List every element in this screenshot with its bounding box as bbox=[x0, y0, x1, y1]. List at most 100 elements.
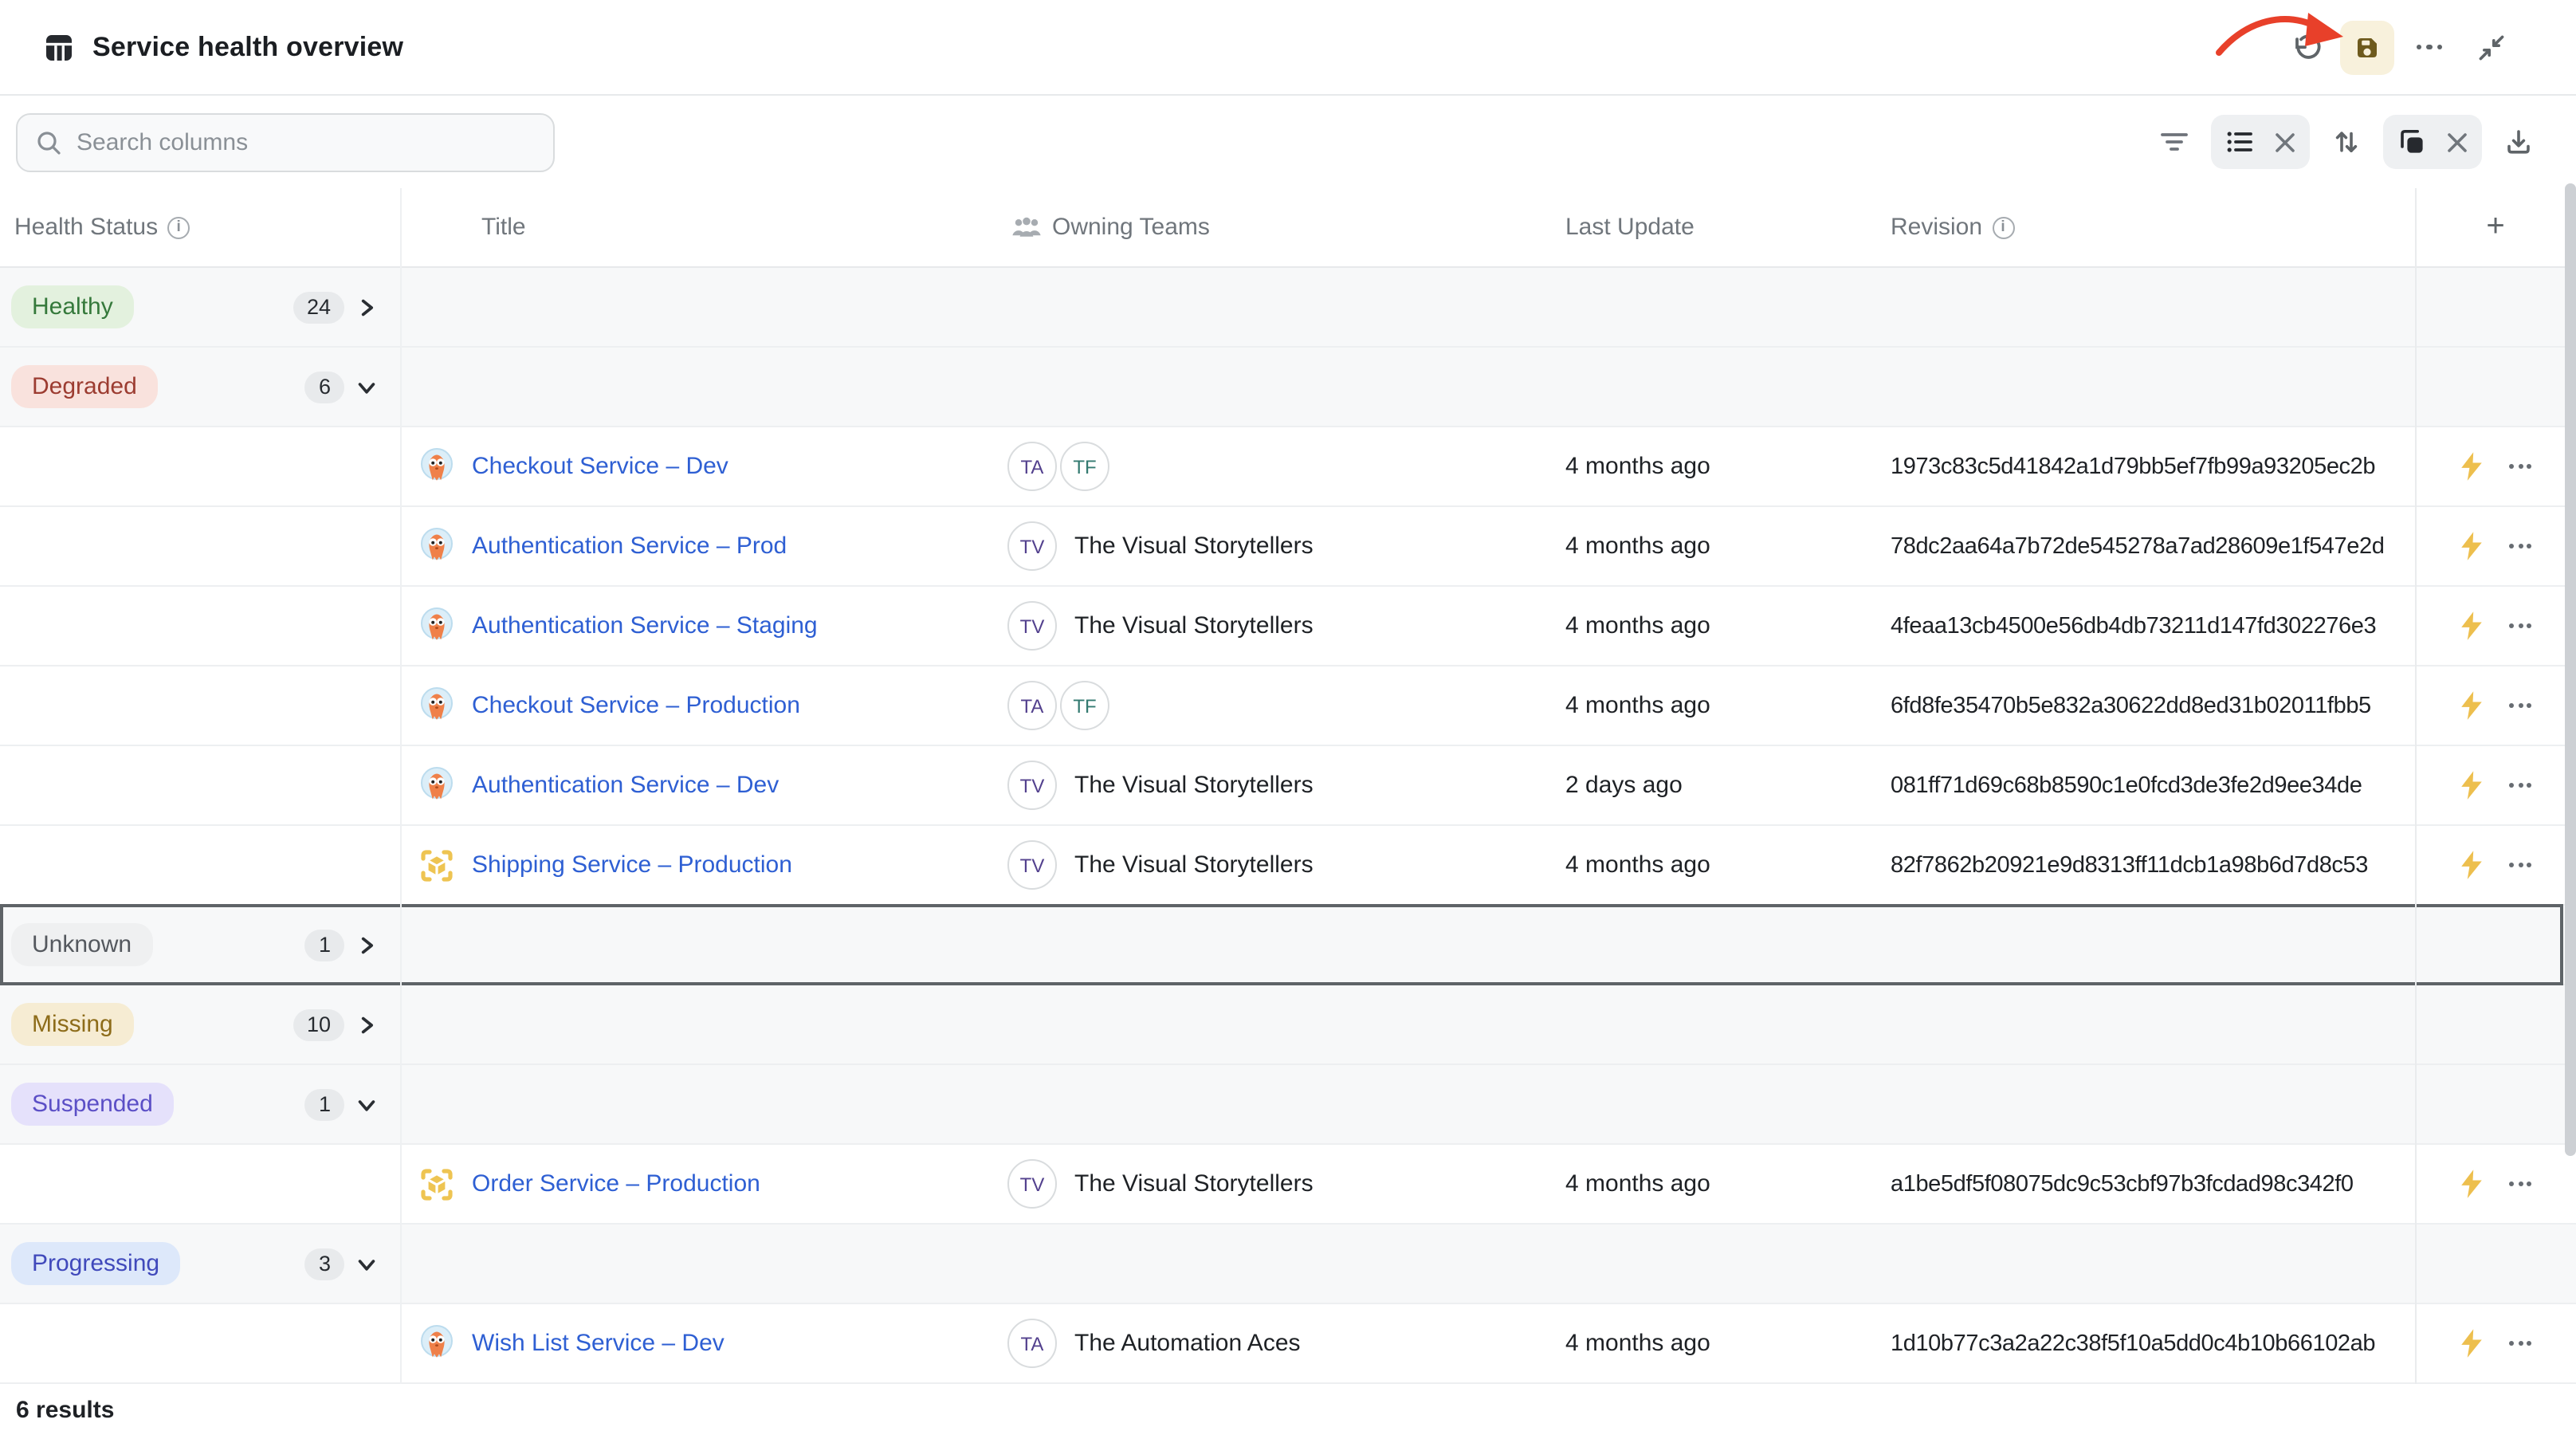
chevron-right-icon[interactable] bbox=[355, 296, 378, 318]
table-row: Authentication Service – Staging TVThe V… bbox=[0, 587, 2576, 666]
team-name: The Automation Aces bbox=[1074, 1330, 1301, 1357]
sort-button[interactable] bbox=[2324, 120, 2369, 164]
group-row[interactable]: Suspended 1 bbox=[0, 1065, 2576, 1145]
group-row[interactable]: Healthy 24 bbox=[0, 268, 2576, 348]
table-row: Shipping Service – Production TV The Visu… bbox=[0, 826, 2576, 906]
entity-link[interactable]: Authentication Service – Dev bbox=[472, 772, 779, 799]
team-avatar[interactable]: TF bbox=[1060, 681, 1109, 730]
team-avatar[interactable]: TV bbox=[1007, 761, 1057, 810]
entity-link[interactable]: Shipping Service – Production bbox=[472, 851, 792, 879]
row-more-options-button[interactable] bbox=[2509, 1341, 2531, 1346]
save-button[interactable] bbox=[2340, 20, 2394, 74]
team-avatar[interactable]: TV bbox=[1007, 840, 1057, 890]
group-row[interactable]: Progressing 3 bbox=[0, 1225, 2576, 1304]
row-more-options-button[interactable] bbox=[2509, 703, 2531, 708]
package-icon bbox=[416, 844, 457, 886]
download-button[interactable] bbox=[2496, 120, 2541, 164]
entity-link[interactable]: Checkout Service – Production bbox=[472, 692, 800, 719]
squid-icon bbox=[416, 525, 457, 567]
team-name: The Visual Storytellers bbox=[1074, 851, 1314, 879]
scorecard-bolt-icon[interactable] bbox=[2460, 1169, 2484, 1199]
team-avatar[interactable]: TV bbox=[1007, 521, 1057, 571]
group-cell: Suspended 1 bbox=[0, 1065, 400, 1143]
scorecard-bolt-icon[interactable] bbox=[2460, 770, 2484, 800]
row-more-options-button[interactable] bbox=[2509, 623, 2531, 628]
row-more-options-button[interactable] bbox=[2509, 464, 2531, 469]
entity-link[interactable]: Checkout Service – Dev bbox=[472, 453, 728, 480]
column-header-last-update[interactable]: Last Update bbox=[1554, 214, 1881, 241]
entity-link[interactable]: Authentication Service – Prod bbox=[472, 533, 787, 560]
search-input[interactable]: Search columns bbox=[16, 112, 555, 171]
table-row: Wish List Service – Dev TA The Automation… bbox=[0, 1304, 2576, 1384]
undo-button[interactable] bbox=[2278, 20, 2332, 74]
add-column-button[interactable]: + bbox=[2415, 209, 2576, 246]
collapse-widget-button[interactable] bbox=[2464, 20, 2519, 74]
team-avatar[interactable]: TV bbox=[1007, 1159, 1057, 1209]
group-cell: Degraded 6 bbox=[0, 348, 400, 426]
info-icon[interactable]: i bbox=[167, 216, 190, 238]
squid-icon bbox=[416, 446, 457, 487]
column-header-title[interactable]: Title bbox=[400, 214, 1001, 241]
group-by-pill bbox=[2383, 115, 2482, 169]
team-avatar[interactable]: TV bbox=[1007, 601, 1057, 651]
revision-cell: 4feaa13cb4500e56db4db73211d147fd302276e3 bbox=[1881, 587, 2415, 665]
table-row: Authentication Service – Dev TVThe Visua… bbox=[0, 746, 2576, 826]
entity-link[interactable]: Authentication Service – Staging bbox=[472, 612, 818, 639]
chevron-down-icon[interactable] bbox=[355, 1252, 378, 1275]
more-options-button[interactable] bbox=[2402, 20, 2456, 74]
group-cell: Unknown 1 bbox=[0, 906, 400, 984]
team-avatar[interactable]: TA bbox=[1007, 681, 1057, 730]
last-update-cell: 4 months ago bbox=[1554, 1145, 1881, 1223]
team-avatar[interactable]: TF bbox=[1060, 442, 1109, 491]
group-row[interactable]: Missing 10 bbox=[0, 985, 2576, 1065]
scorecard-bolt-icon[interactable] bbox=[2460, 850, 2484, 880]
last-update-cell: 4 months ago bbox=[1554, 507, 1881, 585]
service-health-overview-page: Service health overview bbox=[0, 0, 2576, 1435]
row-more-options-button[interactable] bbox=[2509, 544, 2531, 548]
entity-link[interactable]: Wish List Service – Dev bbox=[472, 1330, 724, 1357]
table-footer: 6 results bbox=[0, 1384, 2576, 1435]
scorecard-bolt-icon[interactable] bbox=[2460, 690, 2484, 721]
status-badge: Missing bbox=[11, 1003, 134, 1046]
scorecard-bolt-icon[interactable] bbox=[2460, 611, 2484, 641]
group-cell: Missing 10 bbox=[0, 985, 400, 1063]
row-more-options-button[interactable] bbox=[2509, 783, 2531, 788]
chevron-right-icon[interactable] bbox=[355, 934, 378, 956]
info-icon[interactable]: i bbox=[1992, 216, 2014, 238]
status-badge: Degraded bbox=[11, 365, 158, 408]
revision-cell: 82f7862b20921e9d8313ff11dcb1a98b6d7d8c53 bbox=[1881, 826, 2415, 904]
team-avatar[interactable]: TA bbox=[1007, 442, 1057, 491]
last-update-cell: 2 days ago bbox=[1554, 746, 1881, 824]
column-header-owning-teams[interactable]: Owning Teams bbox=[1001, 214, 1554, 241]
team-avatar[interactable]: TA bbox=[1007, 1319, 1057, 1368]
list-view-button[interactable] bbox=[2217, 120, 2262, 164]
filter-button[interactable] bbox=[2152, 120, 2197, 164]
scorecard-bolt-icon[interactable] bbox=[2460, 451, 2484, 482]
search-icon bbox=[35, 128, 62, 155]
plus-icon: + bbox=[2486, 209, 2504, 246]
status-badge: Progressing bbox=[11, 1242, 180, 1285]
group-row[interactable]: Degraded 6 bbox=[0, 348, 2576, 427]
row-more-options-button[interactable] bbox=[2509, 863, 2531, 867]
revision-cell: 78dc2aa64a7b72de545278a7ad28609e1f547e2d bbox=[1881, 507, 2415, 585]
scorecard-bolt-icon[interactable] bbox=[2460, 1328, 2484, 1358]
chevron-down-icon[interactable] bbox=[355, 1093, 378, 1115]
vertical-scrollbar[interactable] bbox=[2565, 183, 2576, 1156]
column-header-health-status[interactable]: Health Status i bbox=[0, 214, 400, 241]
clear-group-by-button[interactable] bbox=[2437, 120, 2476, 164]
chevron-down-icon[interactable] bbox=[355, 375, 378, 398]
revision-cell: 1973c83c5d41842a1d79bb5ef7fb99a93205ec2b bbox=[1881, 427, 2415, 505]
table-row: Order Service – Production TV The Visual … bbox=[0, 1145, 2576, 1225]
column-header-revision[interactable]: Revision i bbox=[1881, 214, 2415, 241]
clear-view-button[interactable] bbox=[2265, 120, 2303, 164]
scorecard-bolt-icon[interactable] bbox=[2460, 531, 2484, 561]
group-by-button[interactable] bbox=[2389, 120, 2434, 164]
revision-cell: 6fd8fe35470b5e832a30622dd8ed31b02011fbb5 bbox=[1881, 666, 2415, 745]
entity-link[interactable]: Order Service – Production bbox=[472, 1170, 760, 1197]
team-name: The Visual Storytellers bbox=[1074, 1170, 1314, 1197]
chevron-right-icon[interactable] bbox=[355, 1013, 378, 1036]
row-more-options-button[interactable] bbox=[2509, 1181, 2531, 1186]
table-row: Checkout Service – Dev TATF 4 months ago… bbox=[0, 427, 2576, 507]
actions-cell bbox=[2415, 1304, 2576, 1382]
group-row[interactable]: Unknown 1 bbox=[0, 906, 2576, 985]
